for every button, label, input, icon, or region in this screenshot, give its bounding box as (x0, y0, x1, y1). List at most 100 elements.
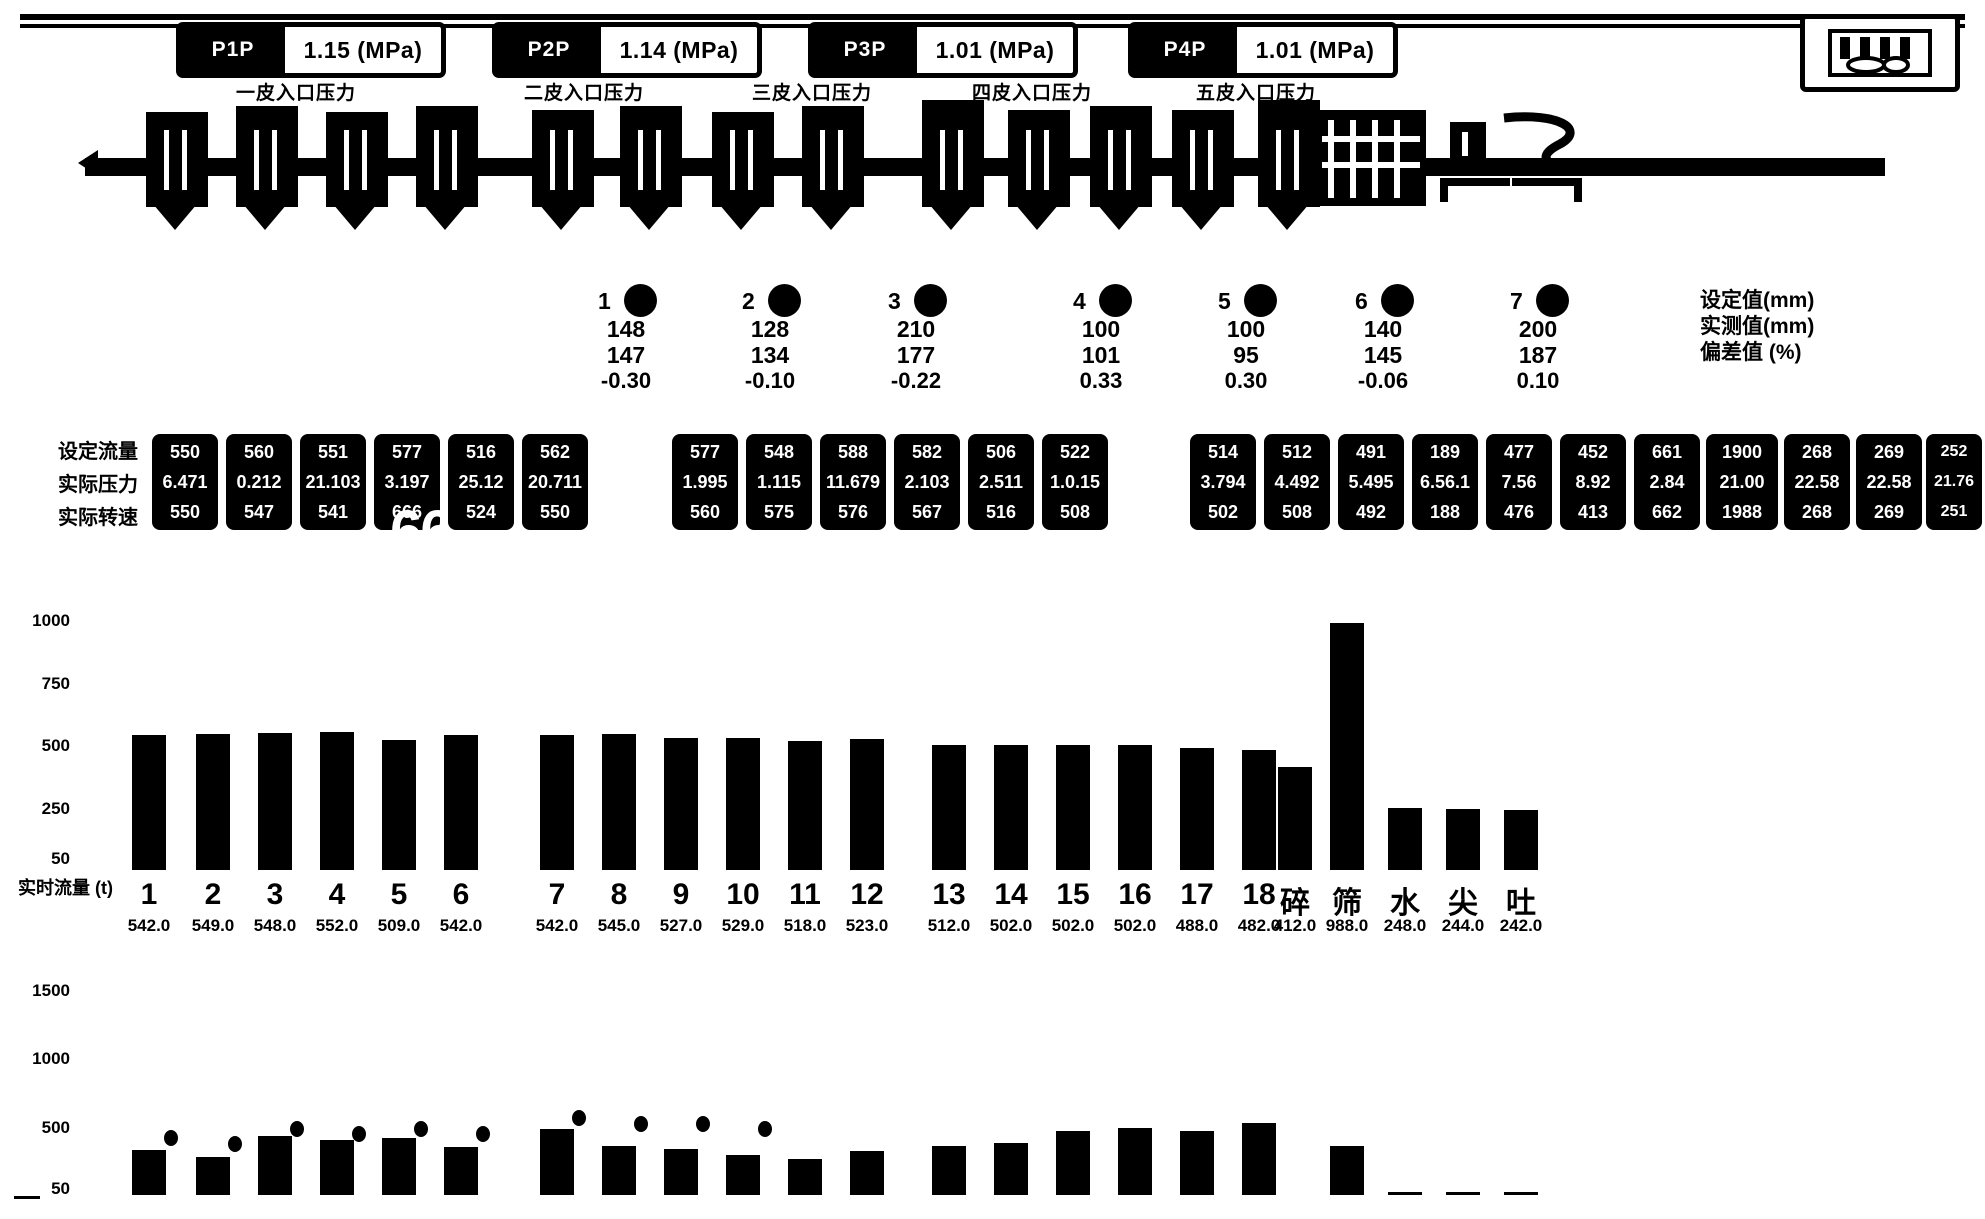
bar[interactable] (444, 1147, 478, 1195)
legend-setpoint-label: 设定值(mm) (1700, 289, 1815, 312)
bar[interactable] (1504, 1192, 1538, 1195)
data-point-marker[interactable] (696, 1115, 710, 1132)
bar[interactable] (1242, 1122, 1276, 1195)
discharge-valve[interactable] (1450, 122, 1486, 166)
bar[interactable] (602, 1145, 636, 1195)
roller-stand-10[interactable] (1008, 110, 1070, 207)
bar[interactable] (1330, 1145, 1364, 1195)
bar[interactable] (132, 735, 166, 870)
table-cell[interactable]: 560 0.212 547 (226, 434, 292, 530)
bar[interactable] (664, 1148, 698, 1195)
table-cell[interactable]: 189 6.56.1 188 (1412, 434, 1478, 530)
pressure-panel-1[interactable]: P1P 1.15 (MPa) (176, 22, 446, 78)
roller-stand-8[interactable] (802, 106, 864, 207)
bar-value-label: 512.0 (927, 916, 971, 935)
table-cell[interactable]: 491 5.495 492 (1338, 434, 1404, 530)
roller-stand-1[interactable] (146, 112, 208, 207)
roller-stand-7[interactable] (712, 112, 774, 207)
bar[interactable] (1180, 748, 1214, 870)
bar[interactable] (994, 1143, 1028, 1195)
sifter-unit[interactable] (1316, 110, 1426, 206)
roller-stand-12[interactable] (1172, 110, 1234, 207)
table-cell[interactable]: 562 20.711 550 (522, 434, 588, 530)
bar[interactable] (444, 734, 478, 870)
bar[interactable] (726, 737, 760, 870)
roller-stand-13[interactable] (1258, 100, 1320, 207)
roller-stand-6[interactable] (620, 106, 682, 207)
bar[interactable] (726, 1155, 760, 1195)
table-cell[interactable]: 514 3.794 502 (1190, 434, 1256, 530)
bar[interactable] (1446, 809, 1480, 870)
bar[interactable] (258, 1136, 292, 1195)
roller-stand-11[interactable] (1090, 106, 1152, 207)
bar[interactable] (1118, 1128, 1152, 1195)
roller-stand-3[interactable] (326, 112, 388, 207)
table-cell[interactable]: 582 2.103 567 (894, 434, 960, 530)
bar[interactable] (850, 739, 884, 870)
data-point-marker[interactable] (228, 1136, 242, 1153)
data-point-marker[interactable] (634, 1115, 648, 1132)
roller-stand-2[interactable] (236, 106, 298, 207)
table-cell[interactable]: 452 8.92 413 (1560, 434, 1626, 530)
bar[interactable] (1388, 1191, 1422, 1195)
data-point-marker[interactable] (572, 1110, 586, 1127)
pressure-panel-4[interactable]: P4P 1.01 (MPa) (1128, 22, 1398, 78)
bar[interactable] (1242, 749, 1276, 870)
table-cell[interactable]: 588 11.679 576 (820, 434, 886, 530)
table-cell[interactable]: 522 1.0.15 508 (1042, 434, 1108, 530)
bar[interactable] (1388, 808, 1422, 870)
roller-stand-5[interactable] (532, 110, 594, 207)
data-point-marker[interactable] (414, 1121, 428, 1138)
table-cell[interactable]: 577 1.995 560 (672, 434, 738, 530)
bar[interactable] (788, 740, 822, 870)
table-cell[interactable]: 1900 21.00 1988 (1706, 434, 1778, 530)
bar[interactable] (932, 1145, 966, 1195)
roller-stand-9[interactable] (922, 100, 984, 207)
table-cell[interactable]: 268 22.58 268 (1784, 434, 1850, 530)
table-cell[interactable]: 551 21.103 541 (300, 434, 366, 530)
bar[interactable] (540, 734, 574, 870)
bar[interactable] (1504, 809, 1538, 870)
table-cell[interactable]: 512 4.492 508 (1264, 434, 1330, 530)
process-mimic-diagram (0, 96, 1985, 231)
table-cell[interactable]: 252 21.76 251 (1926, 434, 1982, 530)
bar[interactable] (320, 1140, 354, 1195)
data-point-marker[interactable] (290, 1121, 304, 1138)
bar[interactable] (664, 738, 698, 870)
bar[interactable] (1056, 1130, 1090, 1195)
bar[interactable] (540, 1129, 574, 1195)
bar[interactable] (932, 745, 966, 870)
roller-stand-4[interactable] (416, 106, 478, 207)
bar[interactable] (196, 1156, 230, 1195)
bar[interactable] (382, 1137, 416, 1195)
data-point-marker[interactable] (164, 1129, 178, 1146)
table-cell[interactable]: 516 25.12 524 (448, 434, 514, 530)
bar[interactable] (1446, 1191, 1480, 1195)
pressure-panel-2[interactable]: P2P 1.14 (MPa) (492, 22, 762, 78)
bar[interactable] (602, 733, 636, 870)
bar[interactable] (788, 1159, 822, 1195)
bar[interactable] (196, 733, 230, 870)
bar[interactable] (1118, 744, 1152, 870)
bar[interactable] (1180, 1130, 1214, 1195)
bar[interactable] (132, 1149, 166, 1195)
bar-value-label: 518.0 (783, 916, 827, 935)
bar[interactable] (382, 740, 416, 870)
data-point-marker[interactable] (758, 1121, 772, 1138)
table-cell[interactable]: 477 7.56 476 (1486, 434, 1552, 530)
table-cell[interactable]: 548 1.115 575 (746, 434, 812, 530)
data-point-marker[interactable] (476, 1125, 490, 1142)
table-cell[interactable]: 506 2.511 516 (968, 434, 1034, 530)
table-cell[interactable]: 661 2.84 662 (1634, 434, 1700, 530)
bar[interactable] (1056, 744, 1090, 870)
bar[interactable] (258, 733, 292, 870)
bar[interactable] (994, 744, 1028, 870)
bar[interactable] (1278, 767, 1312, 870)
bar[interactable] (1330, 623, 1364, 870)
data-point-marker[interactable] (352, 1125, 366, 1142)
table-cell[interactable]: 550 6.471 550 (152, 434, 218, 530)
bar[interactable] (850, 1151, 884, 1195)
table-cell[interactable]: 269 22.58 269 (1856, 434, 1922, 530)
pressure-panel-3[interactable]: P3P 1.01 (MPa) (808, 22, 1078, 78)
bar[interactable] (320, 732, 354, 870)
